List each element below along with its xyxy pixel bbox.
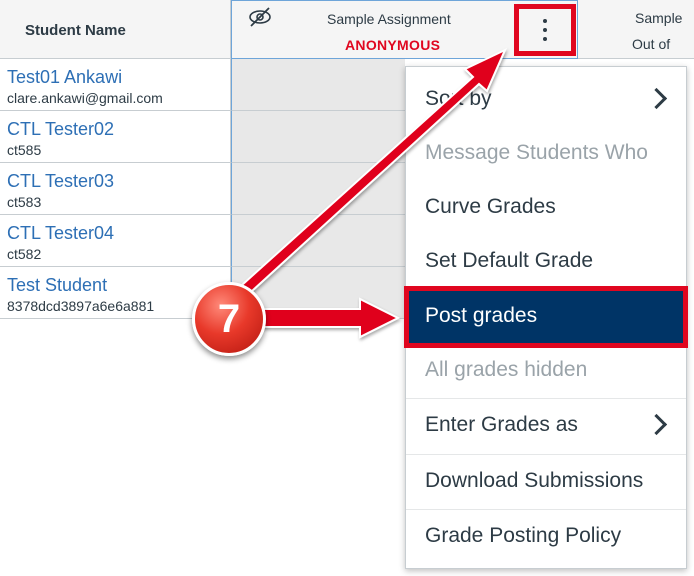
student-login: ct582 (7, 246, 42, 262)
menu-item-sort-by[interactable]: Sort by (406, 73, 686, 127)
chevron-right-icon (645, 87, 668, 110)
chevron-right-icon (645, 413, 668, 436)
kebab-vertical-icon (543, 19, 547, 41)
menu-item-label: Message Students Who (425, 141, 648, 164)
student-login: ct585 (7, 142, 42, 158)
next-assignment-header[interactable]: Sample Out of (578, 0, 694, 59)
student-name-header-label: Student Name (25, 22, 126, 39)
student-name-header[interactable]: Student Name (0, 0, 231, 59)
student-login: clare.ankawi@gmail.com (7, 90, 163, 106)
student-row[interactable]: CTL Tester03 ct583 (0, 163, 231, 215)
grade-cell[interactable] (231, 59, 405, 111)
next-assignment-points: Out of (632, 36, 671, 52)
eye-slash-icon (249, 7, 271, 27)
menu-item-all-grades-hidden: All grades hidden (406, 344, 686, 398)
anonymous-badge: ANONYMOUS (345, 37, 441, 53)
student-name-link[interactable]: Test01 Ankawi (7, 67, 122, 88)
menu-item-label: Enter Grades as (425, 413, 578, 436)
menu-item-download-submissions[interactable]: Download Submissions (406, 454, 686, 508)
menu-item-label: All grades hidden (425, 358, 588, 381)
grade-cell[interactable] (231, 215, 405, 267)
student-name-link[interactable]: CTL Tester03 (7, 171, 114, 192)
menu-item-enter-grades-as[interactable]: Enter Grades as (406, 398, 686, 452)
student-login: 8378dcd3897a6e6a881 (7, 298, 155, 314)
step-number-badge: 7 (192, 282, 266, 356)
menu-item-label: Grade Posting Policy (425, 524, 622, 547)
next-assignment-title: Sample (635, 10, 683, 26)
student-row[interactable]: CTL Tester02 ct585 (0, 111, 231, 163)
student-login: ct583 (7, 194, 42, 210)
menu-item-label: Curve Grades (425, 195, 556, 218)
student-name-link[interactable]: CTL Tester02 (7, 119, 114, 140)
student-name-link[interactable]: Test Student (7, 275, 107, 296)
menu-item-label: Download Submissions (425, 469, 644, 492)
student-row[interactable]: CTL Tester04 ct582 (0, 215, 231, 267)
student-row[interactable]: Test01 Ankawi clare.ankawi@gmail.com (0, 59, 231, 111)
grade-cell[interactable] (231, 163, 405, 215)
grade-cell[interactable] (231, 111, 405, 163)
menu-item-label: Sort by (425, 87, 492, 110)
menu-item-set-default-grade[interactable]: Set Default Grade (406, 235, 686, 289)
menu-item-curve-grades[interactable]: Curve Grades (406, 181, 686, 235)
student-name-link[interactable]: CTL Tester04 (7, 223, 114, 244)
assignment-options-button[interactable] (514, 4, 576, 56)
menu-item-message-students: Message Students Who (406, 127, 686, 181)
menu-item-label: Set Default Grade (425, 249, 594, 272)
assignment-title: Sample Assignment (327, 11, 451, 27)
menu-item-grade-posting-policy[interactable]: Grade Posting Policy (406, 509, 686, 563)
post-grades-highlight (404, 286, 688, 348)
step-number: 7 (217, 297, 241, 341)
